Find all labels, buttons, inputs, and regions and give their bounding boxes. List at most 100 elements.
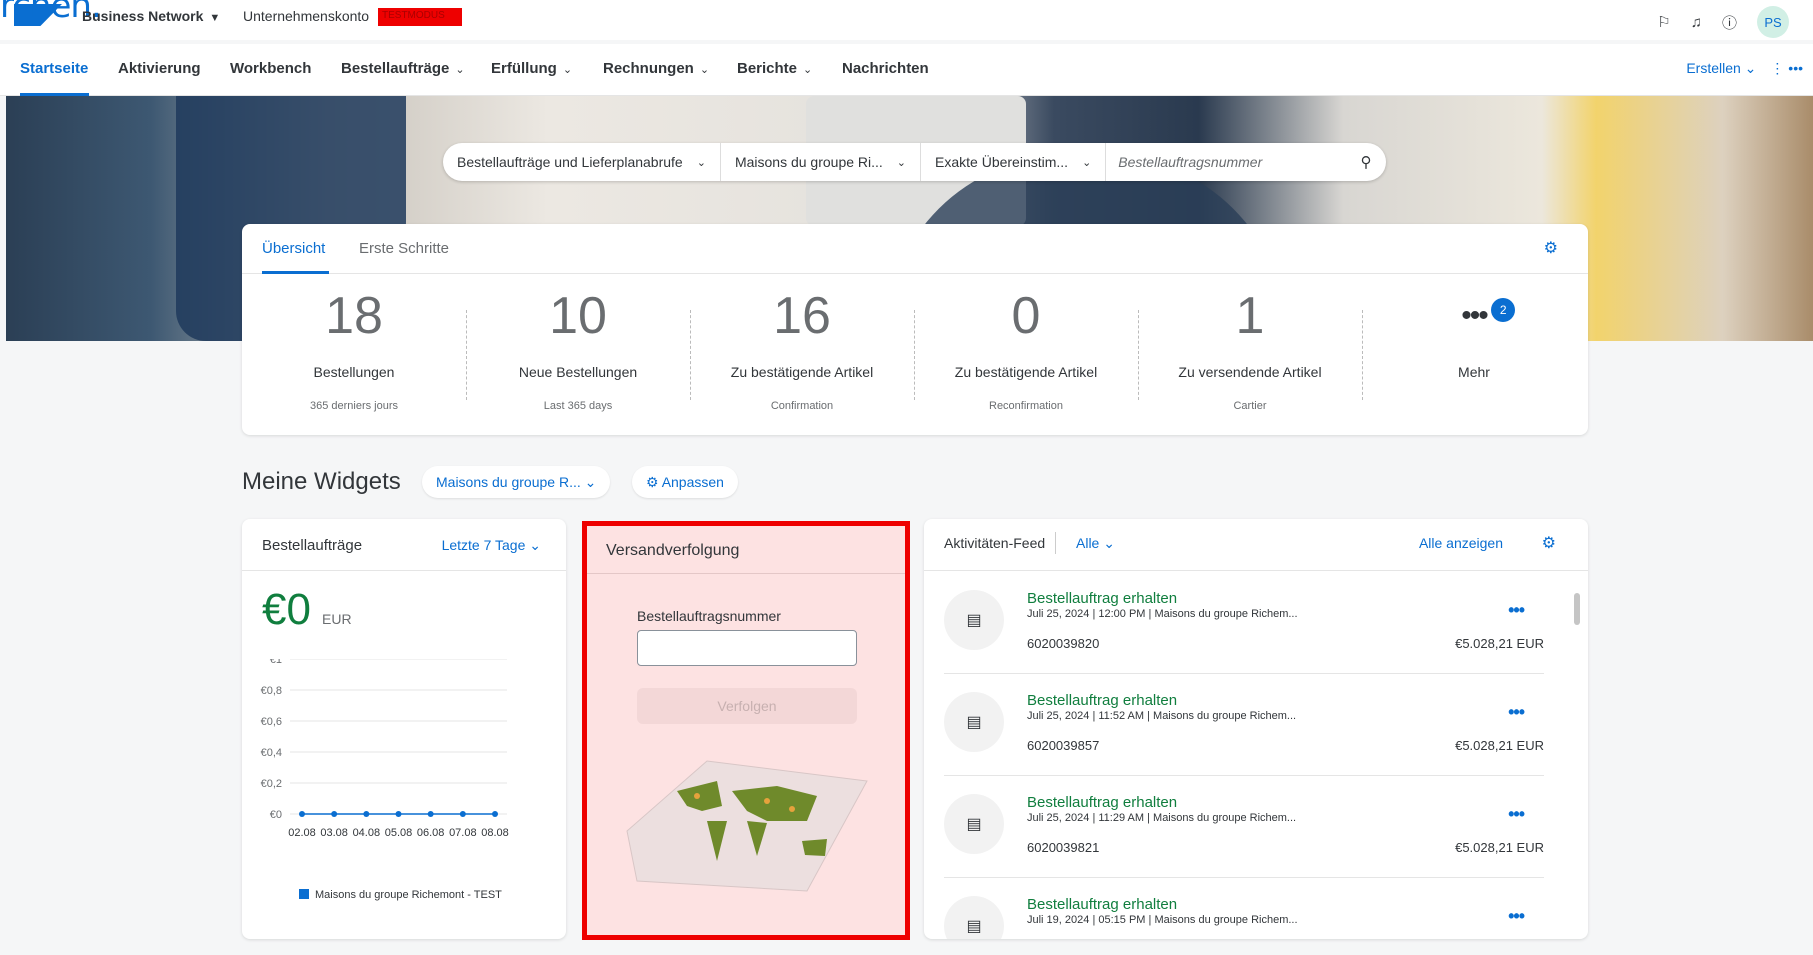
customize-button[interactable]: ⚙ Anpassen: [632, 466, 738, 498]
more-actions-icon[interactable]: •••: [1508, 702, 1525, 723]
feed-filter-value: Alle: [1076, 535, 1100, 551]
chevron-down-icon: ⌄: [455, 64, 465, 76]
tile-sub: Cartier: [1233, 400, 1267, 412]
feed-date: Juli 25, 2024: [1027, 812, 1090, 824]
tile-sub: Last 365 days: [543, 400, 613, 412]
tile-sub: 365 derniers jours: [309, 400, 399, 412]
nav-workbench[interactable]: Workbench: [230, 60, 311, 77]
tile-sub: Confirmation: [770, 400, 834, 412]
overflow-menu-icon[interactable]: ⋮ •••: [1770, 60, 1803, 77]
settings-sliders-icon[interactable]: ⚙: [1544, 238, 1558, 258]
feed-item[interactable]: ▤ Bestellauftrag erhalten Juli 25, 2024 …: [944, 674, 1544, 776]
business-network-menu[interactable]: Business Network ▼: [82, 8, 220, 24]
bell-icon[interactable]: ♫: [1691, 14, 1702, 31]
megaphone-icon[interactable]: ⚐: [1657, 13, 1670, 31]
feed-customer: Maisons du groupe Richem...: [1154, 914, 1298, 926]
feed-time: 11:29 AM: [1098, 812, 1145, 824]
tile-label: Zu bestätigende Artikel: [954, 364, 1098, 380]
tracking-widget: Versandverfolgung Bestellauftragsnummer …: [582, 521, 910, 940]
avatar[interactable]: PS: [1757, 6, 1789, 38]
tile-label: Zu versendende Artikel: [1178, 364, 1322, 380]
feed-item-title[interactable]: Bestellauftrag erhalten: [1027, 692, 1177, 709]
search-icon[interactable]: ⚲: [1346, 153, 1386, 171]
tile-neue-bestellungen[interactable]: 10 Neue Bestellungen Last 365 days: [466, 288, 690, 412]
y-tick-label: €0,2: [261, 778, 282, 790]
feed-item-amount: €5.028,21 EUR: [1455, 840, 1544, 855]
search-match-select[interactable]: Exakte Übereinstim... ⌄: [921, 143, 1107, 181]
show-all-link[interactable]: Alle anzeigen: [1419, 535, 1503, 551]
nav-rechnungen[interactable]: Rechnungen ⌄: [603, 60, 709, 77]
tracking-number-input[interactable]: [637, 630, 857, 666]
feed-item-title[interactable]: Bestellauftrag erhalten: [1027, 794, 1177, 811]
x-tick-label: 07.08: [449, 827, 477, 839]
tile-confirmation[interactable]: 16 Zu bestätigende Artikel Confirmation: [690, 288, 914, 412]
overview-card: Übersicht Erste Schritte ⚙ 18 Bestellung…: [242, 224, 1588, 435]
settings-sliders-icon[interactable]: ⚙: [1542, 533, 1556, 553]
tile-label: Zu bestätigende Artikel: [730, 364, 874, 380]
tile-mehr[interactable]: ••• 2 Mehr: [1362, 288, 1586, 380]
search-input[interactable]: Bestellauftragsnummer: [1106, 154, 1346, 170]
tab-uebersicht[interactable]: Übersicht: [262, 240, 325, 257]
chevron-down-icon: ⌄: [696, 156, 706, 169]
more-actions-icon[interactable]: •••: [1508, 600, 1525, 621]
nav-nachrichten[interactable]: Nachrichten: [842, 60, 929, 77]
x-tick-label: 06.08: [417, 827, 445, 839]
nav-erfuellung[interactable]: Erfüllung ⌄: [491, 60, 572, 77]
data-point: [395, 811, 402, 817]
search-customer-select[interactable]: Maisons du groupe Ri... ⌄: [721, 143, 922, 181]
data-point: [492, 811, 498, 817]
nav-startseite[interactable]: Startseite: [20, 60, 88, 77]
feed-date: Juli 19, 2024: [1027, 914, 1090, 926]
feed-customer: Maisons du groupe Richem...: [1153, 710, 1297, 722]
account-label[interactable]: Unternehmenskonto: [243, 8, 369, 24]
feed-item-meta: Juli 25, 2024 | 11:52 AM | Maisons du gr…: [1027, 710, 1297, 722]
tile-bestellungen[interactable]: 18 Bestellungen 365 derniers jours: [242, 288, 466, 412]
track-button[interactable]: Verfolgen: [637, 688, 857, 724]
orders-widget-header: Bestellaufträge Letzte 7 Tage ⌄: [242, 519, 566, 571]
tile-value: 0: [1011, 287, 1041, 345]
feed-item-title[interactable]: Bestellauftrag erhalten: [1027, 590, 1177, 607]
scrollbar[interactable]: [1574, 593, 1580, 625]
test-mode-badge: TESTMODUS: [378, 8, 462, 26]
chevron-down-icon: ⌄: [1103, 535, 1115, 551]
nav-label: Bestellaufträge: [341, 60, 450, 77]
search-type-value: Bestellaufträge und Lieferplanabrufe: [457, 154, 683, 170]
more-actions-icon[interactable]: •••: [1508, 804, 1525, 825]
chevron-down-icon: ⌄: [584, 474, 597, 490]
feed-item[interactable]: ▤ Bestellauftrag erhalten Juli 25, 2024 …: [944, 572, 1544, 674]
feed-filter-select[interactable]: Alle ⌄: [1076, 535, 1115, 552]
tab-erste-schritte[interactable]: Erste Schritte: [359, 240, 449, 257]
chevron-down-icon: ⌄: [699, 64, 710, 76]
tile-reconfirmation[interactable]: 0 Zu bestätigende Artikel Reconfirmation: [914, 288, 1138, 412]
more-dots-icon: ••• 2: [1461, 288, 1516, 344]
tile-versenden[interactable]: 1 Zu versendende Artikel Cartier: [1138, 288, 1362, 412]
range-select[interactable]: Letzte 7 Tage ⌄: [442, 537, 541, 554]
feed-header: Aktivitäten-Feed Alle ⌄ Alle anzeigen ⚙: [924, 519, 1588, 571]
feed-item[interactable]: ▤ Bestellauftrag erhalten Juli 25, 2024 …: [944, 776, 1544, 878]
help-icon[interactable]: ⓘ: [1722, 12, 1737, 33]
settings-sliders-icon: ⚙: [646, 474, 659, 490]
document-icon: ▤: [944, 590, 1004, 650]
feed-item-meta: Juli 19, 2024 | 05:15 PM | Maisons du gr…: [1027, 914, 1298, 926]
document-icon: ▤: [944, 794, 1004, 854]
feed-customer: Maisons du groupe Richem...: [1153, 812, 1297, 824]
feed-item-title[interactable]: Bestellauftrag erhalten: [1027, 896, 1177, 913]
nav-label: Berichte: [737, 60, 798, 77]
top-icons: ⚐ ♫ ⓘ PS: [1657, 6, 1789, 38]
nav-aktivierung[interactable]: Aktivierung: [118, 60, 201, 77]
create-menu[interactable]: Erstellen ⌄: [1686, 60, 1756, 77]
more-actions-icon[interactable]: •••: [1508, 906, 1525, 927]
feed-item-number: 6020039821: [1027, 840, 1100, 855]
widgets-title: Meine Widgets: [242, 468, 401, 495]
chevron-down-icon: ⌄: [896, 156, 907, 169]
search-type-select[interactable]: Bestellaufträge und Lieferplanabrufe ⌄: [443, 143, 721, 181]
widgets-filter-select[interactable]: Maisons du groupe R... ⌄: [422, 466, 611, 498]
x-tick-label: 02.08: [288, 827, 316, 839]
nav-bestellauftraege[interactable]: Bestellaufträge ⌄: [341, 60, 465, 77]
orders-amount: €0: [262, 585, 311, 634]
feed-item[interactable]: ▤ Bestellauftrag erhalten Juli 19, 2024 …: [944, 878, 1544, 939]
activity-feed-widget: Aktivitäten-Feed Alle ⌄ Alle anzeigen ⚙ …: [924, 519, 1588, 939]
feed-item-amount: €5.028,21 EUR: [1455, 738, 1544, 753]
feed-date: Juli 25, 2024: [1027, 608, 1090, 620]
nav-berichte[interactable]: Berichte ⌄: [737, 60, 812, 77]
